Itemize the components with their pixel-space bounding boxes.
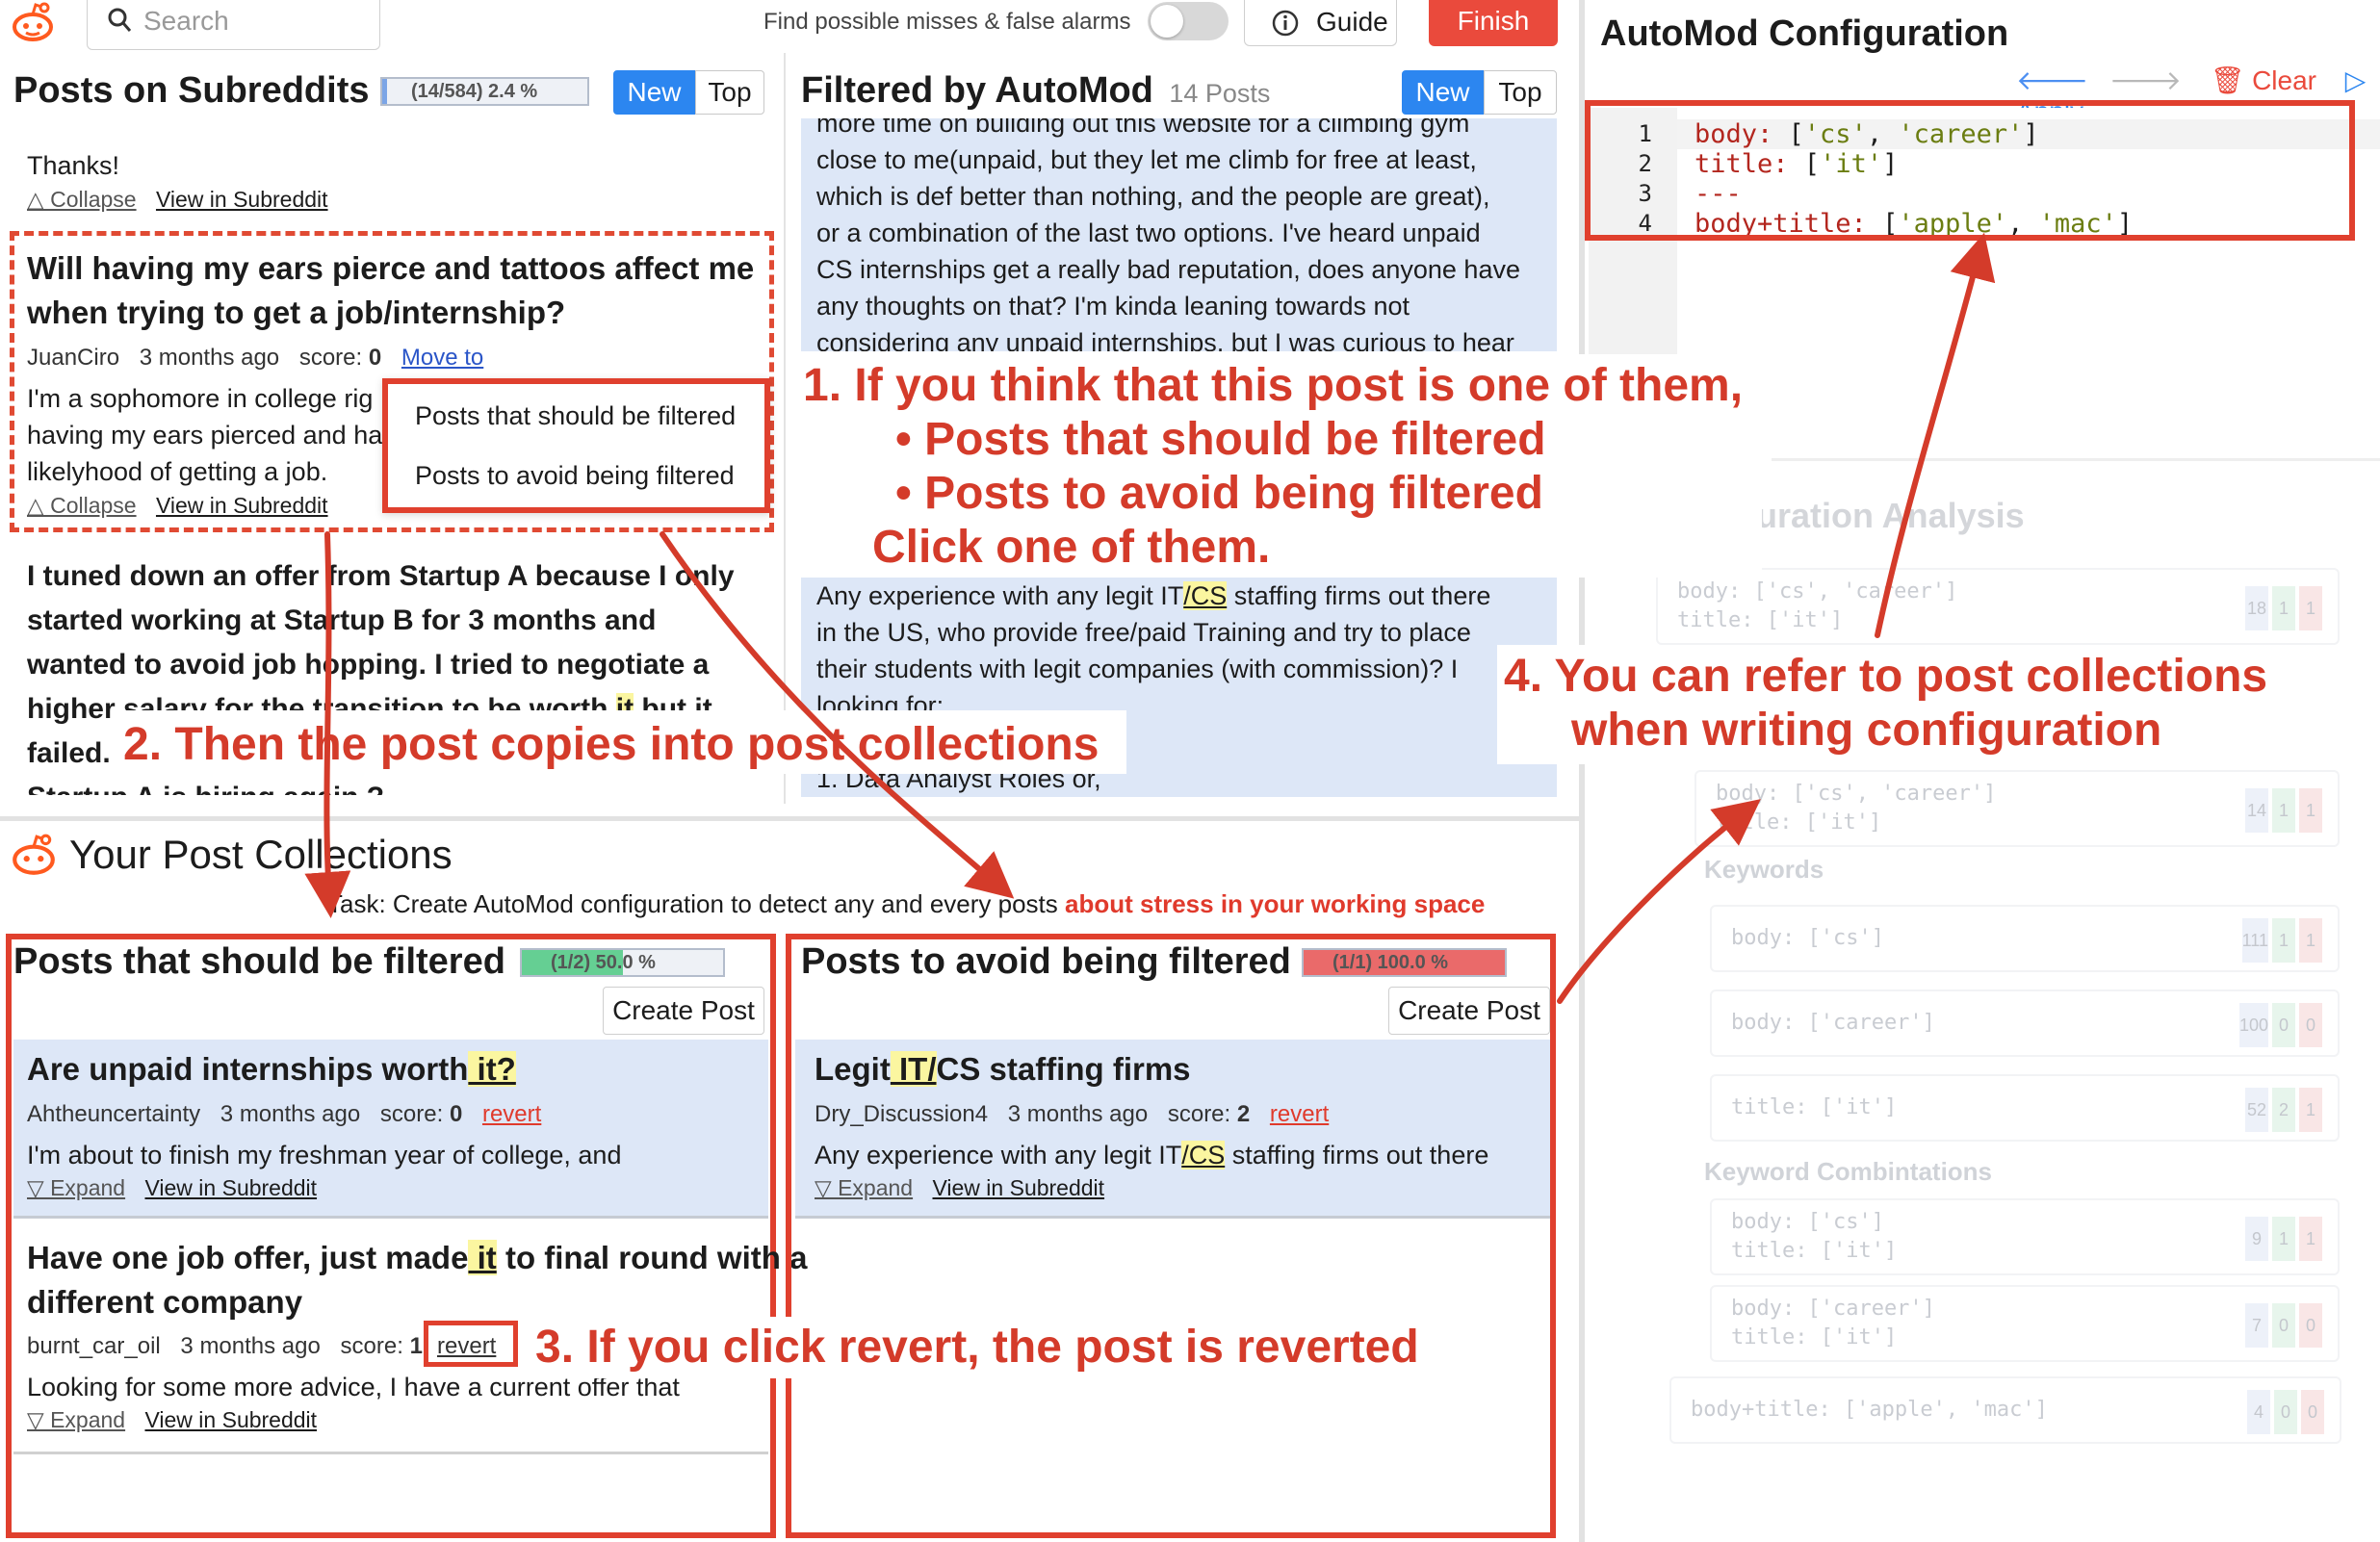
arrow-from-avoid <box>1557 799 1761 1004</box>
arrow-to-filtered <box>304 531 351 918</box>
arrow-to-config <box>1875 232 1996 638</box>
annotation-arrows <box>304 232 1996 1004</box>
arrow-to-avoid <box>660 531 1015 899</box>
